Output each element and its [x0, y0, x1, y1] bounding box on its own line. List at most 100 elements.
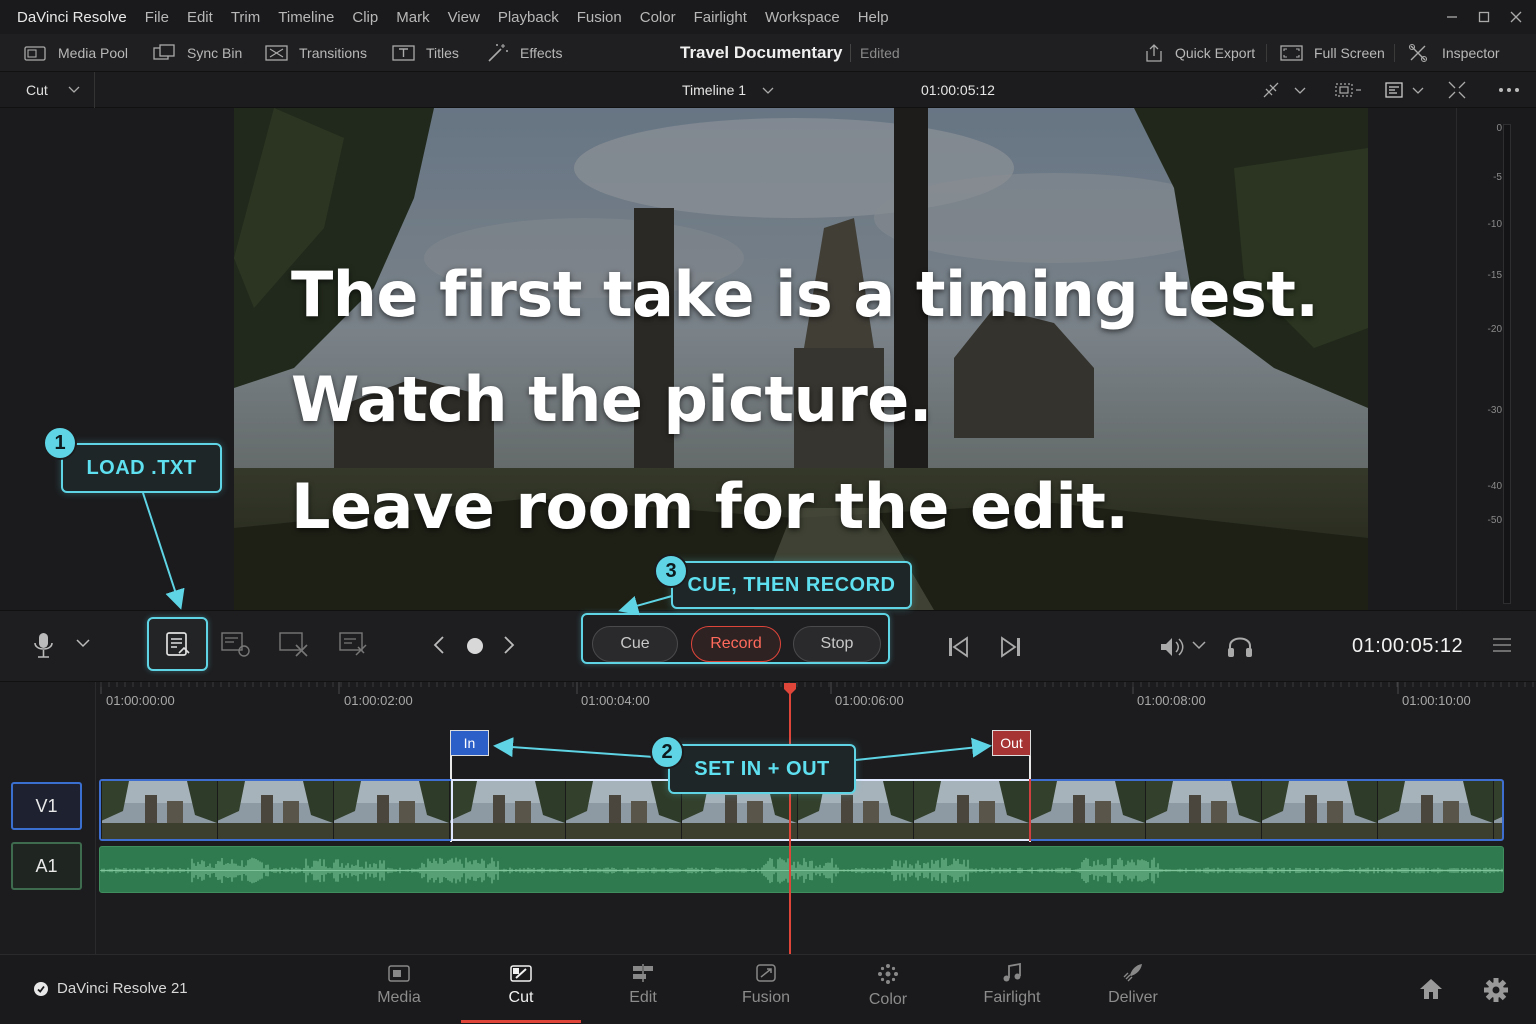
page-navigation-bar: DaVinci Resolve 21 Media Cut Edit Fusion… — [0, 954, 1536, 1024]
inspector-label: Inspector — [1442, 45, 1500, 61]
mode-dropdown[interactable]: Cut — [0, 72, 95, 108]
sync-bin-button[interactable]: Sync Bin — [153, 34, 242, 72]
audio-clip[interactable] — [99, 846, 1504, 893]
record-button[interactable]: Record — [691, 626, 781, 662]
step-1-text: LOAD .TXT — [86, 456, 197, 479]
microphone-button[interactable] — [30, 631, 58, 661]
menu-fairlight[interactable]: Fairlight — [694, 9, 747, 26]
menu-workspace[interactable]: Workspace — [765, 9, 840, 26]
volume-dropdown[interactable] — [1192, 641, 1206, 650]
export-icon — [1146, 44, 1162, 62]
script-edit-button[interactable] — [338, 631, 370, 659]
menu-trim[interactable]: Trim — [231, 9, 260, 26]
page-fairlight[interactable]: Fairlight — [957, 963, 1067, 1021]
menu-color[interactable]: Color — [640, 9, 676, 26]
go-to-end-button[interactable] — [999, 635, 1023, 659]
step-1-badge: 1 — [43, 426, 77, 460]
transport-timecode: 01:00:05:12 — [1352, 635, 1464, 657]
resolve-logo-icon — [34, 981, 48, 996]
track-a1-button[interactable]: A1 — [11, 842, 82, 890]
close-window-button[interactable] — [1496, 0, 1536, 34]
titles-button[interactable]: Titles — [392, 34, 459, 72]
quick-export-label: Quick Export — [1175, 45, 1256, 61]
full-screen-icon — [1280, 45, 1303, 61]
page-media[interactable]: Media — [344, 963, 454, 1021]
track-v1-button[interactable]: V1 — [11, 782, 82, 830]
page-cut[interactable]: Cut — [466, 963, 576, 1021]
clear-script-button[interactable] — [278, 631, 310, 659]
sync-bin-icon — [153, 44, 175, 60]
home-button[interactable] — [1418, 977, 1444, 1001]
page-deliver[interactable]: Deliver — [1078, 963, 1188, 1021]
script-settings-button[interactable] — [220, 631, 252, 659]
timeline-name-dropdown[interactable]: Timeline 1 — [682, 82, 746, 98]
settings-button[interactable] — [1483, 977, 1509, 1003]
titles-icon — [392, 45, 415, 61]
chevron-down-icon — [68, 86, 80, 93]
gear-icon — [1484, 978, 1508, 1002]
headphones-button[interactable] — [1226, 633, 1254, 659]
media-page-icon — [388, 965, 410, 982]
cue-record-stop-group: Cue Record Stop — [581, 613, 890, 664]
step-3-text: CUE, THEN RECORD — [687, 573, 896, 596]
ruler-label: 01:00:04:00 — [581, 693, 650, 708]
page-fusion[interactable]: Fusion — [711, 963, 821, 1021]
minimize-icon — [1447, 16, 1457, 18]
go-to-start-button[interactable] — [946, 635, 970, 659]
menu-view[interactable]: View — [448, 9, 480, 26]
page-edit-label: Edit — [629, 989, 657, 1006]
stop-button[interactable]: Stop — [793, 626, 881, 662]
home-icon — [1420, 979, 1442, 999]
page-color[interactable]: Color — [833, 963, 943, 1021]
timeline-panel: V1 A1 01:00:00:00 01:00:02:00 01:00:04:0… — [0, 682, 1536, 954]
viewer-layout-icon[interactable] — [1384, 80, 1404, 100]
effects-button[interactable]: Effects — [486, 34, 563, 72]
playhead-line — [789, 692, 791, 954]
viewer-timecode: 01:00:05:12 — [921, 82, 995, 98]
inspector-button[interactable]: Inspector — [1408, 34, 1500, 72]
chevron-down-icon[interactable] — [1412, 87, 1424, 95]
cue-button[interactable]: Cue — [592, 626, 678, 662]
menu-timeline[interactable]: Timeline — [278, 9, 334, 26]
load-script-button[interactable] — [147, 617, 208, 671]
microphone-icon — [34, 633, 53, 658]
teleprompter-line-3: Leave room for the edit. — [291, 470, 1129, 543]
deliver-rocket-icon — [1123, 964, 1142, 982]
page-edit[interactable]: Edit — [588, 963, 698, 1021]
next-line-button[interactable] — [502, 635, 516, 655]
quick-export-button[interactable]: Quick Export — [1143, 34, 1255, 72]
chevron-down-icon[interactable] — [1294, 87, 1306, 95]
menu-edit[interactable]: Edit — [187, 9, 213, 26]
transform-icon[interactable] — [1261, 80, 1281, 100]
sync-bin-label: Sync Bin — [187, 45, 243, 61]
transitions-label: Transitions — [299, 45, 367, 61]
transport-menu-button[interactable] — [1492, 637, 1512, 653]
full-screen-button[interactable]: Full Screen — [1280, 34, 1385, 72]
volume-button[interactable] — [1158, 635, 1186, 659]
safe-area-icon[interactable] — [1333, 80, 1363, 100]
ruler-ticks — [100, 682, 1534, 694]
collapse-icon[interactable] — [1447, 80, 1467, 100]
out-point-marker[interactable]: Out — [992, 730, 1031, 756]
media-pool-label: Media Pool — [58, 45, 129, 61]
hamburger-icon — [1493, 638, 1511, 652]
media-pool-button[interactable]: Media Pool — [24, 34, 128, 72]
transitions-icon — [265, 45, 288, 61]
mic-dropdown[interactable] — [76, 639, 90, 648]
previous-line-button[interactable] — [432, 635, 446, 655]
menu-mark[interactable]: Mark — [396, 9, 429, 26]
more-options-icon[interactable] — [1498, 87, 1520, 93]
transitions-button[interactable]: Transitions — [265, 34, 367, 72]
chevron-down-icon[interactable] — [762, 87, 774, 95]
timeline-ruler[interactable]: 01:00:00:00 01:00:02:00 01:00:04:00 01:0… — [96, 682, 1536, 716]
menu-playback[interactable]: Playback — [498, 9, 559, 26]
menu-help[interactable]: Help — [858, 9, 889, 26]
toolbar: Media Pool Sync Bin Transitions Titles E… — [0, 34, 1536, 72]
menu-clip[interactable]: Clip — [352, 9, 378, 26]
close-icon — [1510, 11, 1522, 23]
menu-file[interactable]: File — [145, 9, 169, 26]
menu-fusion[interactable]: Fusion — [577, 9, 622, 26]
toolbar-divider — [1394, 44, 1395, 62]
in-point-marker[interactable]: In — [450, 730, 489, 756]
viewer-frame[interactable]: The first take is a timing test. Watch t… — [234, 108, 1368, 610]
